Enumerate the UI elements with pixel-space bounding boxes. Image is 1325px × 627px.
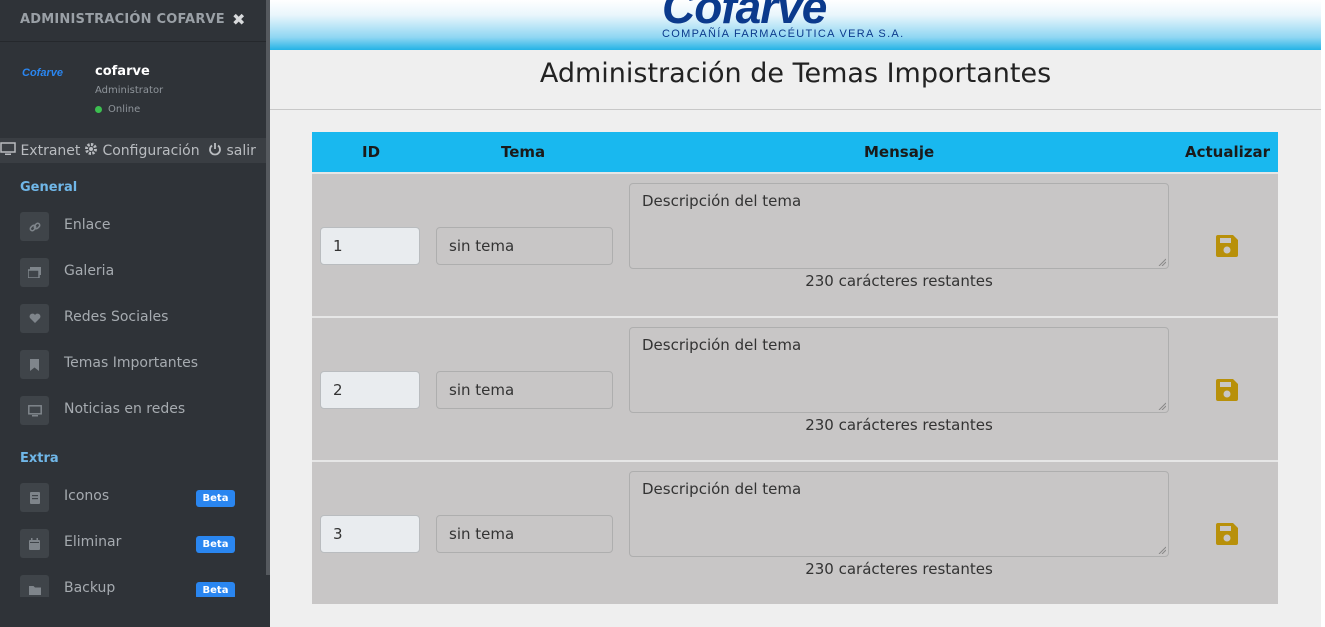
sidebar-item-eliminar[interactable]: Eliminar Beta <box>0 523 266 563</box>
header-banner: Cofarve COMPAÑÍA FARMACÉUTICA VERA S.A. <box>270 0 1321 50</box>
folder-icon <box>20 575 49 597</box>
beta-badge: Beta <box>196 582 235 597</box>
mensaje-text: Descripción del tema <box>642 480 802 498</box>
col-mensaje: Mensaje <box>864 143 935 161</box>
salir-link[interactable]: salir <box>208 142 256 159</box>
sidebar-item-label: Backup <box>64 580 116 596</box>
sidebar-item-iconos[interactable]: Iconos Beta <box>0 477 266 517</box>
sidebar-item-label: Galeria <box>64 263 115 279</box>
beta-badge: Beta <box>196 490 235 507</box>
brand-tagline: COMPAÑÍA FARMACÉUTICA VERA S.A. <box>662 28 905 40</box>
table-row: 3 sin tema Descripción del tema 230 cará… <box>312 460 1278 604</box>
sidebar-links: Extranet Configuración salir <box>0 138 266 163</box>
beta-badge: Beta <box>196 536 235 553</box>
salir-label: salir <box>226 143 256 159</box>
extranet-label: Extranet <box>20 143 81 159</box>
save-icon[interactable] <box>1215 234 1239 258</box>
user-panel: Cofarve cofarve Administrator Online <box>0 42 266 138</box>
mensaje-text: Descripción del tema <box>642 336 802 354</box>
title-divider <box>270 109 1321 110</box>
page-scrollbar[interactable] <box>1321 0 1325 627</box>
sidebar-item-label: Iconos <box>64 488 110 504</box>
tema-input[interactable]: sin tema <box>436 515 613 553</box>
user-role: Administrator <box>95 85 164 96</box>
configuracion-link[interactable]: Configuración <box>84 142 200 159</box>
save-icon[interactable] <box>1215 522 1239 546</box>
sidebar: ADMINISTRACIÓN COFARVE ✖ Cofarve cofarve… <box>0 0 270 627</box>
gear-icon <box>85 143 97 155</box>
sidebar-item-enlace[interactable]: Enlace <box>0 206 266 246</box>
id-input[interactable]: 3 <box>320 515 420 553</box>
id-input[interactable]: 2 <box>320 371 420 409</box>
tema-input[interactable]: sin tema <box>436 227 613 265</box>
online-dot-icon <box>95 105 102 113</box>
id-input[interactable]: 1 <box>320 227 420 265</box>
sidebar-item-label: Enlace <box>64 217 111 233</box>
save-icon[interactable] <box>1215 378 1239 402</box>
chars-remaining: 230 carácteres restantes <box>805 272 993 290</box>
sidebar-item-redes-sociales[interactable]: Redes Sociales <box>0 298 266 338</box>
col-actualizar: Actualizar <box>1185 143 1271 161</box>
sidebar-item-label: Redes Sociales <box>64 309 169 325</box>
images-icon <box>20 258 49 287</box>
sidebar-item-label: Eliminar <box>64 534 122 550</box>
tema-input[interactable]: sin tema <box>436 371 613 409</box>
extranet-link[interactable]: Extranet <box>0 142 80 159</box>
sidebar-item-label: Noticias en redes <box>64 401 186 417</box>
sidebar-item-galeria[interactable]: Galeria <box>0 252 266 292</box>
chars-remaining: 230 carácteres restantes <box>805 416 993 434</box>
sidebar-header: ADMINISTRACIÓN COFARVE ✖ <box>0 0 266 42</box>
calendar-icon <box>20 529 49 558</box>
user-name: cofarve <box>95 64 150 79</box>
book-icon <box>20 483 49 512</box>
cofarve-logo: Cofarve <box>22 67 63 78</box>
close-icon[interactable]: ✖ <box>232 10 245 29</box>
resize-grip-icon[interactable] <box>1158 402 1166 410</box>
sidebar-item-noticias-en-redes[interactable]: Noticias en redes <box>0 390 266 430</box>
user-status: Online <box>95 104 140 115</box>
page-title: Administración de Temas Importantes <box>539 58 1052 89</box>
col-id: ID <box>362 143 381 161</box>
sidebar-item-temas-importantes[interactable]: Temas Importantes <box>0 344 266 384</box>
table-header: ID Tema Mensaje Actualizar <box>312 132 1278 172</box>
table-row: 1 sin tema Descripción del tema 230 cará… <box>312 172 1278 316</box>
desktop-icon <box>20 396 49 425</box>
section-extra: Extra <box>20 451 59 466</box>
configuracion-label: Configuración <box>102 143 200 159</box>
table-row: 2 sin tema Descripción del tema 230 cará… <box>312 316 1278 460</box>
mensaje-textarea[interactable]: Descripción del tema <box>629 327 1169 413</box>
col-tema: Tema <box>501 143 546 161</box>
user-status-label: Online <box>108 104 141 115</box>
section-general: General <box>20 180 78 195</box>
monitor-icon <box>0 142 16 155</box>
sidebar-item-label: Temas Importantes <box>64 355 199 371</box>
resize-grip-icon[interactable] <box>1158 546 1166 554</box>
mensaje-text: Descripción del tema <box>642 192 802 210</box>
bookmark-icon <box>20 350 49 379</box>
power-icon <box>209 143 221 156</box>
heart-icon <box>20 304 49 333</box>
mensaje-textarea[interactable]: Descripción del tema <box>629 471 1169 557</box>
svg-text:Cofarve: Cofarve <box>22 67 63 78</box>
link-icon <box>20 212 49 241</box>
resize-grip-icon[interactable] <box>1158 258 1166 266</box>
chars-remaining: 230 carácteres restantes <box>805 560 993 578</box>
sidebar-title: ADMINISTRACIÓN COFARVE <box>20 12 225 27</box>
sidebar-item-backup[interactable]: Backup Beta <box>0 569 266 597</box>
mensaje-textarea[interactable]: Descripción del tema <box>629 183 1169 269</box>
